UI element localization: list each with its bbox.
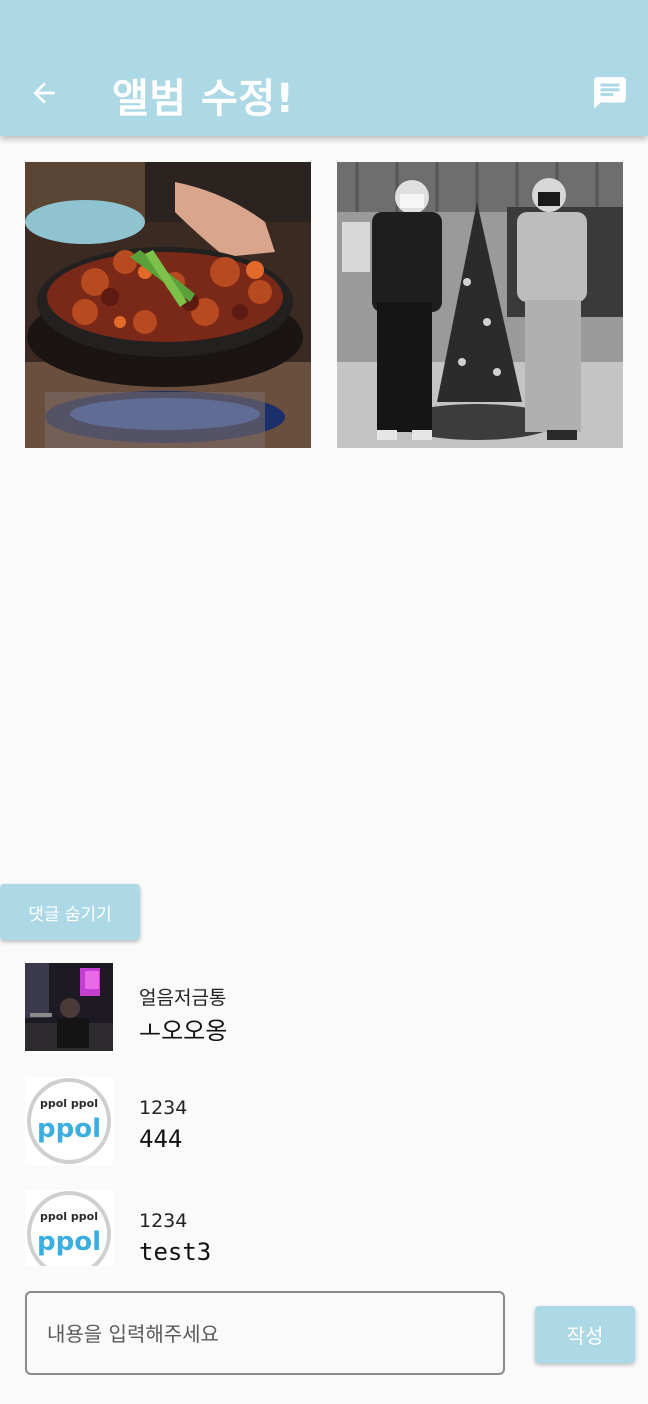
avatar-label-main: ppol <box>37 1227 101 1257</box>
comment-input[interactable] <box>45 1293 489 1375</box>
album-photo-people[interactable] <box>337 162 623 448</box>
avatar[interactable]: ppol ppol ppol <box>25 1077 113 1165</box>
comment-item: 얼음저금통 ㅗ오오옹 <box>25 963 625 1053</box>
hide-comments-button[interactable]: 댓글 숨기기 <box>0 884 140 940</box>
avatar[interactable] <box>25 963 113 1051</box>
app-bar: 앨범 수정! <box>0 0 648 136</box>
comment-text: test3 <box>139 1238 212 1266</box>
arrow-back-icon <box>33 82 55 104</box>
avatar-label-main: ppol <box>37 1114 101 1144</box>
comment-input-box <box>25 1291 505 1375</box>
back-button[interactable] <box>24 73 64 113</box>
comment-text: 444 <box>139 1125 183 1153</box>
comment-item: ppol ppol ppol 1234 444 <box>25 1077 625 1167</box>
album-photo-food[interactable] <box>25 162 311 448</box>
comment-author: 1234 <box>139 1097 188 1119</box>
comment-text: ㅗ오오옹 <box>139 1017 228 1045</box>
page-title: 앨범 수정! <box>112 76 295 122</box>
comment-item: ppol ppol ppol 1234 test3 <box>25 1190 625 1266</box>
comment-author: 얼음저금통 <box>139 987 227 1009</box>
avatar-label-top: ppol ppol <box>40 1210 98 1223</box>
submit-button[interactable]: 작성 <box>535 1306 635 1363</box>
chat-icon <box>594 77 626 109</box>
avatar[interactable]: ppol ppol ppol <box>25 1190 113 1266</box>
comment-author: 1234 <box>139 1210 188 1232</box>
avatar-label-top: ppol ppol <box>40 1097 98 1110</box>
chat-button[interactable] <box>588 71 632 115</box>
